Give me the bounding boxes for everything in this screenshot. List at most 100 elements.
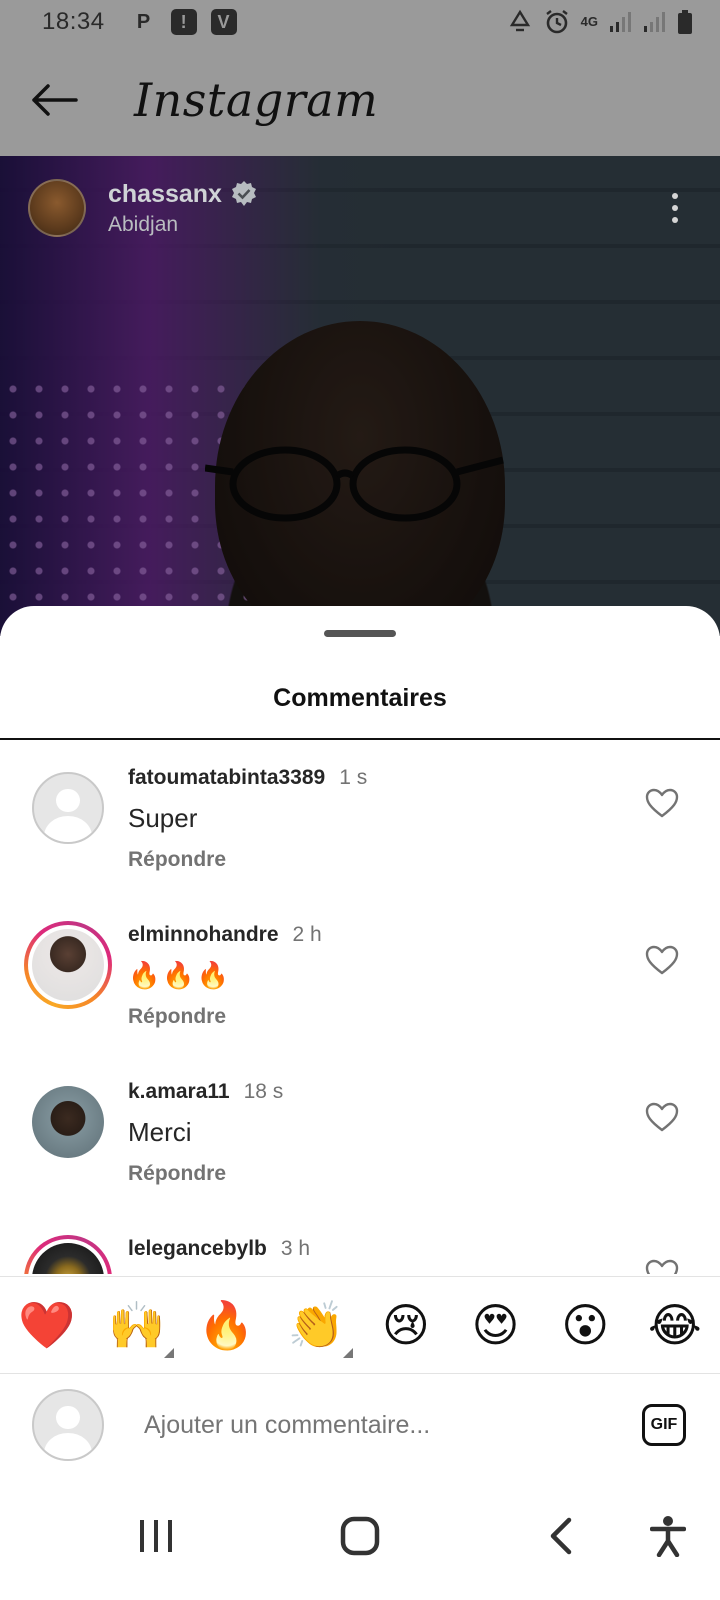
comment-username[interactable]: lelegancebylb bbox=[128, 1237, 267, 1261]
emoji-fire-button[interactable]: 🔥 bbox=[195, 1294, 257, 1356]
current-user-avatar bbox=[32, 1389, 104, 1461]
comment-username[interactable]: k.amara11 bbox=[128, 1080, 230, 1104]
comment-text: Super bbox=[128, 803, 198, 833]
avatar bbox=[32, 1243, 104, 1274]
more-options-button[interactable] bbox=[660, 178, 690, 238]
emoji-glyph: 👏 bbox=[287, 1298, 345, 1352]
app-bar: Instagram bbox=[0, 44, 720, 156]
comment-username[interactable]: fatoumatabinta3389 bbox=[128, 766, 325, 790]
home-button[interactable] bbox=[320, 1496, 400, 1576]
emoji-heart-eyes-button[interactable]: 😍 bbox=[465, 1294, 527, 1356]
comment-avatar-story[interactable] bbox=[24, 1235, 112, 1274]
post-author-username[interactable]: chassanx bbox=[108, 180, 222, 209]
comment-time: 18 s bbox=[243, 1080, 284, 1103]
emoji-quick-bar: ❤️ 🙌 🔥 👏 😢 😍 😮 😂 bbox=[0, 1276, 720, 1374]
home-icon bbox=[340, 1516, 380, 1556]
reply-button[interactable]: Répondre bbox=[128, 1162, 610, 1186]
accessibility-icon bbox=[650, 1516, 686, 1557]
comment-body: fatoumatabinta3389 1 s Super Répondre bbox=[128, 766, 610, 872]
signal-icon bbox=[644, 12, 665, 32]
comment-input[interactable] bbox=[144, 1410, 614, 1440]
emoji-glyph: 🙌 bbox=[108, 1298, 166, 1352]
post-author-avatar[interactable] bbox=[28, 179, 86, 237]
comment-time: 1 s bbox=[339, 766, 368, 789]
gif-button[interactable]: GIF bbox=[642, 1404, 686, 1446]
comment-header: k.amara11 18 s bbox=[128, 1080, 610, 1104]
v-icon: V bbox=[210, 9, 237, 35]
post-header: chassanx Abidjan bbox=[28, 176, 690, 240]
comment-item: elminnohandre 2 h 🔥🔥🔥 Répondre bbox=[0, 899, 720, 1056]
recent-apps-button[interactable] bbox=[116, 1496, 196, 1576]
comment-body: lelegancebylb 3 h bbox=[128, 1237, 610, 1261]
heart-icon bbox=[645, 1259, 679, 1274]
accessibility-button[interactable] bbox=[628, 1496, 708, 1576]
divider bbox=[0, 738, 720, 740]
comment-avatar-story[interactable] bbox=[24, 921, 112, 1009]
recent-apps-icon bbox=[140, 1520, 172, 1552]
comment-avatar[interactable] bbox=[32, 1086, 104, 1158]
heart-icon bbox=[645, 945, 679, 975]
system-back-button[interactable] bbox=[520, 1496, 600, 1576]
system-nav-bar bbox=[0, 1476, 720, 1600]
sheet-title: Commentaires bbox=[273, 684, 447, 712]
comment-body: k.amara11 18 s Merci Répondre bbox=[128, 1080, 610, 1186]
status-left-icons: P ! V bbox=[131, 9, 237, 35]
verified-badge-icon bbox=[231, 181, 256, 206]
app-title: Instagram bbox=[134, 73, 379, 127]
comment-text: 🔥🔥🔥 bbox=[128, 960, 232, 990]
comment-item: fatoumatabinta3389 1 s Super Répondre bbox=[0, 742, 720, 899]
comment-item: k.amara11 18 s Merci Répondre bbox=[0, 1056, 720, 1213]
comments-list[interactable]: fatoumatabinta3389 1 s Super Répondre el… bbox=[0, 742, 720, 1274]
emoji-surprised-button[interactable]: 😮 bbox=[554, 1294, 616, 1356]
comment-time: 3 h bbox=[280, 1237, 311, 1260]
emoji-crying-button[interactable]: 😢 bbox=[375, 1294, 437, 1356]
status-time: 18:34 bbox=[42, 8, 105, 35]
comment-header: fatoumatabinta3389 1 s bbox=[128, 766, 610, 790]
chevron-left-icon bbox=[550, 1517, 572, 1555]
like-button[interactable] bbox=[644, 1257, 680, 1274]
reply-button[interactable]: Répondre bbox=[128, 1005, 610, 1029]
skin-tone-indicator-icon bbox=[343, 1348, 354, 1358]
more-dot-icon bbox=[672, 193, 678, 199]
post-author-meta: chassanx Abidjan bbox=[108, 180, 258, 237]
comment-avatar[interactable] bbox=[32, 772, 104, 844]
story-ring bbox=[28, 1239, 108, 1274]
like-button[interactable] bbox=[644, 1100, 680, 1134]
more-dot-icon bbox=[672, 205, 678, 211]
more-dot-icon bbox=[672, 217, 678, 223]
recycle-icon bbox=[509, 9, 530, 32]
status-bar: 18:34 P ! V 4G bbox=[0, 0, 720, 44]
comment-time: 2 h bbox=[292, 923, 322, 946]
heart-icon bbox=[645, 788, 679, 818]
post-user-row: chassanx bbox=[108, 180, 258, 209]
alarm-icon bbox=[545, 10, 568, 34]
network-4g-icon: 4G bbox=[580, 14, 598, 29]
comment-username[interactable]: elminnohandre bbox=[128, 923, 279, 947]
avatar bbox=[32, 929, 104, 1001]
reply-button[interactable]: Répondre bbox=[128, 848, 610, 872]
status-right-icons: 4G bbox=[507, 8, 694, 36]
back-button[interactable] bbox=[26, 72, 82, 128]
avatar bbox=[32, 1086, 104, 1158]
like-button[interactable] bbox=[644, 943, 680, 977]
emoji-raising-hands-button[interactable]: 🙌 bbox=[106, 1294, 174, 1358]
comment-item: lelegancebylb 3 h bbox=[0, 1213, 720, 1274]
emoji-laughing-button[interactable]: 😂 bbox=[644, 1294, 706, 1356]
comment-body: elminnohandre 2 h 🔥🔥🔥 Répondre bbox=[128, 923, 610, 1029]
skin-tone-indicator-icon bbox=[163, 1348, 174, 1358]
comment-text: Merci bbox=[128, 1117, 192, 1147]
sheet-drag-handle[interactable] bbox=[324, 630, 396, 637]
signal-icon bbox=[610, 12, 631, 32]
arrow-left-icon bbox=[32, 84, 78, 116]
p-icon: P bbox=[136, 10, 151, 33]
emoji-red-heart-button[interactable]: ❤️ bbox=[16, 1294, 78, 1356]
story-ring bbox=[28, 925, 108, 1005]
battery-icon bbox=[678, 10, 692, 34]
emoji-clapping-button[interactable]: 👏 bbox=[285, 1294, 354, 1358]
post-image: chassanx Abidjan bbox=[0, 156, 720, 636]
post-location[interactable]: Abidjan bbox=[108, 213, 258, 237]
heart-icon bbox=[645, 1102, 679, 1132]
alert-icon: ! bbox=[170, 9, 197, 35]
like-button[interactable] bbox=[644, 786, 680, 820]
default-avatar-icon bbox=[32, 772, 104, 844]
